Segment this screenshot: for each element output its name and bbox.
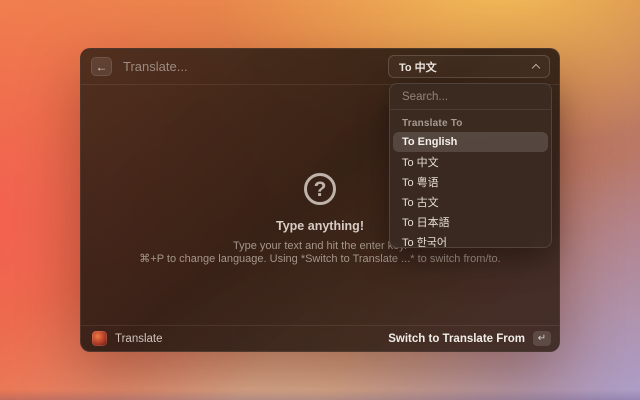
language-option-english[interactable]: To English	[393, 132, 548, 152]
desktop-background: ← To 中文 ? Type anything! Type your text …	[0, 0, 640, 400]
empty-state-description-line2: ⌘+P to change language. Using *Switch to…	[139, 252, 501, 265]
question-glyph: ?	[313, 177, 327, 201]
app-name-label: Translate	[115, 332, 163, 345]
language-option-korean[interactable]: To 한국어	[390, 232, 551, 247]
language-dropdown-panel: Translate To To English To 中文 To 粤语 To 古…	[389, 83, 552, 248]
action-label: Switch to Translate From	[388, 332, 525, 345]
window-topbar: ← To 中文	[81, 49, 559, 85]
language-search-input[interactable]	[390, 84, 551, 110]
target-language-select[interactable]: To 中文	[388, 55, 550, 78]
translate-app-icon	[92, 331, 107, 346]
statusbar: Translate Switch to Translate From ↵	[81, 325, 559, 351]
translate-text-input[interactable]	[123, 59, 353, 74]
chevron-up-icon	[531, 63, 541, 73]
translate-window: ← To 中文 ? Type anything! Type your text …	[80, 48, 560, 352]
question-mark-icon: ?	[304, 173, 336, 205]
language-option-guwen[interactable]: To 古文	[390, 192, 551, 212]
language-option-yueyu[interactable]: To 粤语	[390, 172, 551, 192]
empty-state-description-line1: Type your text and hit the enter key.	[232, 240, 408, 252]
switch-translate-from-action[interactable]: Switch to Translate From ↵	[388, 331, 551, 346]
language-option-japanese[interactable]: To 日本語	[390, 212, 551, 232]
back-arrow-icon: ←	[95, 59, 108, 74]
dropdown-section-label: Translate To	[402, 118, 463, 129]
language-option-zhongwen[interactable]: To 中文	[390, 152, 551, 172]
target-language-value: To 中文	[399, 61, 437, 74]
enter-key-icon: ↵	[533, 331, 551, 346]
back-button[interactable]: ←	[91, 57, 112, 76]
empty-state-title: Type anything!	[276, 219, 364, 233]
